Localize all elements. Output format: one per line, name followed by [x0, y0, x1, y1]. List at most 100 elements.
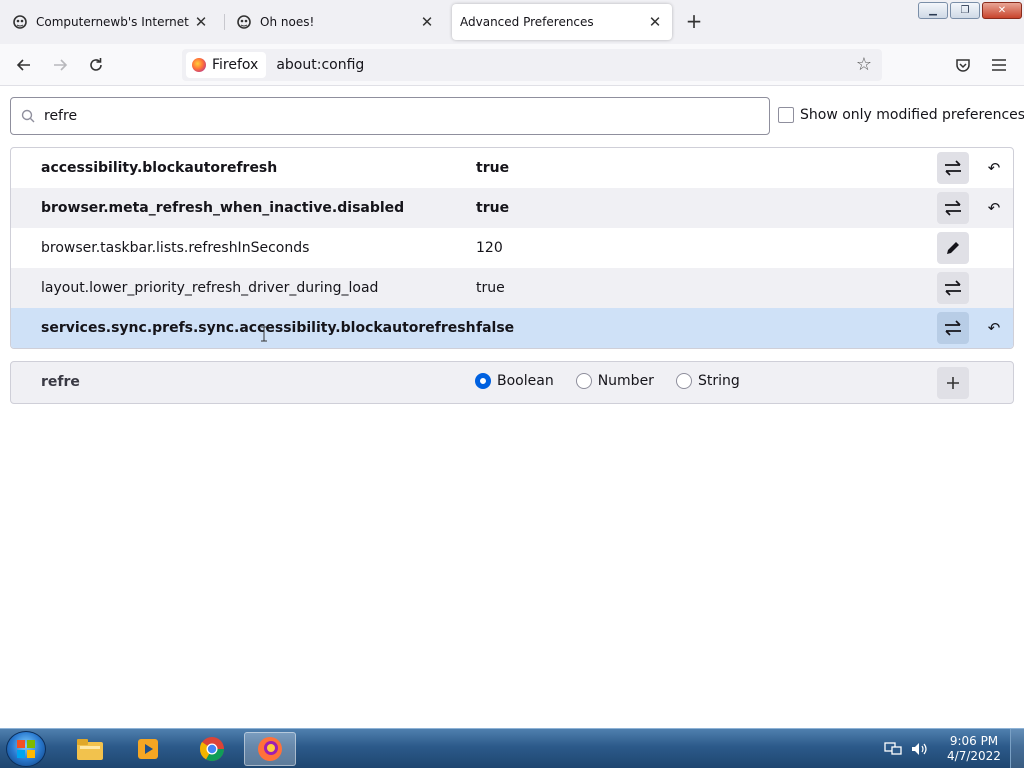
close-window-button[interactable]: ✕ — [982, 2, 1022, 19]
radio-button[interactable] — [575, 373, 592, 389]
tab-computernewb[interactable]: Computernewb's Internet Pub Hu ✕ — [4, 4, 218, 40]
preferences-table: accessibility.blockautorefresh true ↶ br… — [10, 147, 1014, 349]
folder-icon — [77, 739, 103, 760]
firefox-logo-icon — [192, 58, 206, 72]
pref-name: browser.meta_refresh_when_inactive.disab… — [41, 200, 405, 216]
clock-date: 4/7/2022 — [947, 749, 1001, 763]
add-preference-button[interactable] — [937, 367, 969, 399]
app-menu-button[interactable] — [988, 54, 1010, 76]
tab-separator — [224, 14, 225, 30]
pocket-button[interactable] — [952, 54, 974, 76]
toggle-button[interactable] — [937, 152, 969, 184]
pencil-icon — [947, 242, 959, 254]
taskbar-explorer[interactable] — [64, 732, 116, 766]
pref-row[interactable]: browser.taskbar.lists.refreshInSeconds 1… — [11, 228, 1013, 268]
toggle-icon — [945, 160, 961, 176]
pref-name: accessibility.blockautorefresh — [41, 160, 278, 176]
radio-boolean[interactable]: Boolean — [475, 373, 554, 389]
new-tab-button[interactable]: + — [684, 11, 704, 32]
toggle-icon — [945, 200, 961, 216]
reset-button[interactable]: ↶ — [983, 157, 1005, 179]
clock-time: 9:06 PM — [949, 734, 999, 748]
clock[interactable]: 9:06 PM 4/7/2022 — [946, 734, 1002, 764]
pref-row[interactable]: browser.meta_refresh_when_inactive.disab… — [11, 188, 1013, 228]
media-player-icon — [138, 739, 158, 759]
close-tab-icon[interactable]: ✕ — [418, 13, 436, 31]
toggle-button[interactable] — [937, 312, 969, 344]
radio-string[interactable]: String — [675, 373, 740, 389]
show-desktop-button[interactable] — [1010, 729, 1024, 768]
preference-search[interactable]: refre — [10, 97, 770, 135]
pocket-icon — [956, 59, 970, 72]
radio-number[interactable]: Number — [575, 373, 654, 389]
pref-value: true — [476, 280, 505, 296]
identity-box[interactable]: Firefox — [186, 52, 267, 78]
tab-strip: Computernewb's Internet Pub Hu ✕ Oh noes… — [0, 0, 1024, 44]
restore-button[interactable]: ❐ — [950, 2, 980, 19]
pref-value: true — [476, 200, 510, 216]
minimize-button[interactable]: ▁ — [918, 2, 948, 19]
type-radio-group: Boolean Number String — [475, 373, 762, 389]
windows-logo-icon — [17, 740, 35, 758]
forward-arrow-icon — [54, 59, 68, 71]
radio-button-checked[interactable] — [475, 373, 491, 389]
pref-name: services.sync.prefs.sync.accessibility.b… — [41, 320, 476, 336]
back-button[interactable] — [12, 53, 36, 77]
pref-value: true — [476, 160, 510, 176]
toggle-button[interactable] — [937, 192, 969, 224]
show-modified-label: Show only modified preferences — [800, 107, 1024, 123]
firefox-icon — [258, 737, 282, 761]
toggle-icon — [945, 320, 961, 336]
hamburger-menu-icon — [992, 59, 1006, 71]
toggle-button[interactable] — [937, 272, 969, 304]
search-icon — [20, 108, 36, 124]
taskbar: 9:06 PM 4/7/2022 — [0, 728, 1024, 768]
taskbar-media-player[interactable] — [122, 732, 174, 766]
plus-icon — [947, 377, 959, 389]
radio-button[interactable] — [675, 373, 692, 389]
reset-button[interactable]: ↶ — [983, 317, 1005, 339]
chrome-icon — [199, 737, 224, 762]
pref-value: false — [476, 320, 515, 336]
forward-button[interactable] — [48, 53, 72, 77]
url-text[interactable]: about:config — [276, 57, 364, 73]
tab-title: Oh noes! — [260, 15, 315, 29]
url-bar[interactable]: Firefox about:config ☆ — [182, 49, 882, 81]
tab-advanced-preferences[interactable]: Advanced Preferences ✕ — [452, 4, 672, 40]
radio-label: Boolean — [497, 373, 554, 389]
identity-label: Firefox — [212, 57, 259, 73]
show-modified-checkbox[interactable] — [778, 107, 794, 123]
tab-title: Computernewb's Internet Pub Hu — [36, 15, 192, 29]
reload-button[interactable] — [84, 53, 108, 77]
close-tab-icon[interactable]: ✕ — [646, 13, 664, 31]
taskbar-chrome[interactable] — [186, 732, 238, 766]
show-modified-toggle[interactable]: Show only modified preferences — [778, 107, 1024, 123]
network-icon[interactable] — [884, 741, 902, 757]
pub-favicon-icon — [12, 14, 28, 30]
system-tray — [884, 729, 928, 768]
reload-icon — [90, 58, 102, 71]
pref-row[interactable]: layout.lower_priority_refresh_driver_dur… — [11, 268, 1013, 308]
reset-button[interactable]: ↶ — [983, 197, 1005, 219]
tab-title: Advanced Preferences — [460, 15, 594, 29]
pref-row-selected[interactable]: services.sync.prefs.sync.accessibility.b… — [11, 308, 1013, 348]
pref-value: 120 — [476, 240, 503, 256]
taskbar-firefox[interactable] — [244, 732, 296, 766]
bookmark-star-icon[interactable]: ☆ — [856, 54, 872, 75]
radio-label: Number — [597, 373, 654, 389]
back-arrow-icon — [16, 59, 30, 71]
tab-oh-noes[interactable]: Oh noes! ✕ — [228, 4, 444, 40]
add-preference-row: refre Boolean Number String — [10, 361, 1014, 404]
pref-row[interactable]: accessibility.blockautorefresh true ↶ — [11, 148, 1013, 188]
pub-favicon-icon — [236, 14, 252, 30]
pref-name: browser.taskbar.lists.refreshInSeconds — [41, 240, 310, 256]
volume-icon[interactable] — [910, 741, 928, 757]
edit-button[interactable] — [937, 232, 969, 264]
radio-label: String — [697, 373, 740, 389]
pref-name: layout.lower_priority_refresh_driver_dur… — [41, 280, 379, 296]
close-tab-icon[interactable]: ✕ — [192, 13, 210, 31]
new-pref-name: refre — [41, 374, 80, 390]
window-controls: ▁ ❐ ✕ — [918, 2, 1022, 19]
start-button[interactable] — [6, 731, 46, 767]
search-input[interactable]: refre — [44, 108, 77, 124]
